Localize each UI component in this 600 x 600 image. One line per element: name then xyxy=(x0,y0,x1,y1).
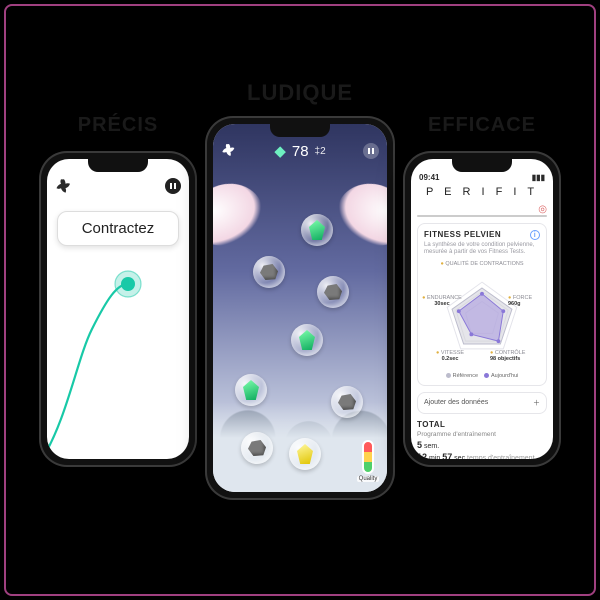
col-ludique: LUDIQUE ◆ 78 ‡2 xyxy=(205,80,395,500)
biofeedback-curve xyxy=(47,159,189,459)
cursor-dot xyxy=(121,277,135,291)
brand-title: P E R I F I T xyxy=(411,182,553,204)
status-time: 09:41 xyxy=(419,173,439,182)
quality-meter: Quality xyxy=(357,440,379,482)
score-value: 78 xyxy=(292,143,309,160)
radar-chart: ● QUALITÉ DE CONTRACTIONS ● FORCE960g ● … xyxy=(424,261,540,371)
axis-force: FORCE xyxy=(513,295,532,301)
game-hud: ◆ 78 ‡2 xyxy=(213,142,387,160)
radar-legend: Référence Aujourd'hui xyxy=(424,373,540,379)
product-showcase: PRÉCIS Contractez LUDIQUE xyxy=(0,0,600,600)
phone-ludique: ◆ 78 ‡2 Quality xyxy=(205,116,395,500)
fitness-subtitle: La synthèse de votre condition pelvienne… xyxy=(424,242,540,257)
fitness-title: FITNESS PELVIEN xyxy=(424,230,501,239)
game-gem[interactable] xyxy=(291,324,323,356)
game-gem[interactable] xyxy=(235,374,267,406)
phone-notch xyxy=(452,158,512,172)
pause-button[interactable] xyxy=(363,143,379,159)
screen-ludique: ◆ 78 ‡2 Quality xyxy=(213,124,387,492)
phone-notch xyxy=(88,158,148,172)
game-rock[interactable] xyxy=(317,276,349,308)
game-rock[interactable] xyxy=(241,432,273,464)
lotus-icon xyxy=(221,142,239,160)
col-efficace: EFFICACE 09:41 ▮▮▮ P E R I F I T ◎ Vos R… xyxy=(403,114,561,467)
total-title: TOTAL xyxy=(417,420,547,429)
heading-efficace: EFFICACE xyxy=(428,114,536,137)
heading-ludique: LUDIQUE xyxy=(247,80,353,106)
screen-precis: Contractez xyxy=(47,159,189,459)
screen-efficace: 09:41 ▮▮▮ P E R I F I T ◎ Vos Résultats … xyxy=(411,159,553,459)
game-rock[interactable] xyxy=(331,386,363,418)
tab-wellbeing[interactable]: Bien-être xyxy=(482,216,546,217)
segmented-tabs[interactable]: Vos Résultats Bien-être xyxy=(417,215,547,217)
col-precis: PRÉCIS Contractez xyxy=(39,114,197,467)
tab-results[interactable]: Vos Résultats xyxy=(418,216,482,217)
plus-icon: ＋ xyxy=(533,398,540,408)
total-program: Programme d'entraînement xyxy=(417,431,547,438)
fitness-card: FITNESS PELVIEN i La synthèse de votre c… xyxy=(417,223,547,386)
heading-precis: PRÉCIS xyxy=(78,114,158,137)
target-icon[interactable]: ◎ xyxy=(538,204,547,215)
quality-label: Quality xyxy=(357,476,380,482)
game-gem[interactable] xyxy=(301,214,333,246)
add-data-row[interactable]: Ajouter des données ＋ xyxy=(417,392,547,414)
status-icons: ▮▮▮ xyxy=(532,173,545,182)
game-gem-yellow[interactable] xyxy=(289,438,321,470)
game-rock[interactable] xyxy=(253,256,285,288)
phone-efficace: 09:41 ▮▮▮ P E R I F I T ◎ Vos Résultats … xyxy=(403,151,561,467)
phone-precis: Contractez xyxy=(39,151,197,467)
axis-endurance: ENDURANCE xyxy=(427,295,462,301)
axis-quality: QUALITÉ DE CONTRACTIONS xyxy=(445,261,523,267)
total-section: TOTAL Programme d'entraînement 5 sem. 12… xyxy=(417,420,547,459)
phone-notch xyxy=(270,123,330,137)
bonus-value: ‡2 xyxy=(315,146,326,157)
info-icon[interactable]: i xyxy=(530,230,540,240)
gem-icon: ◆ xyxy=(274,142,286,160)
